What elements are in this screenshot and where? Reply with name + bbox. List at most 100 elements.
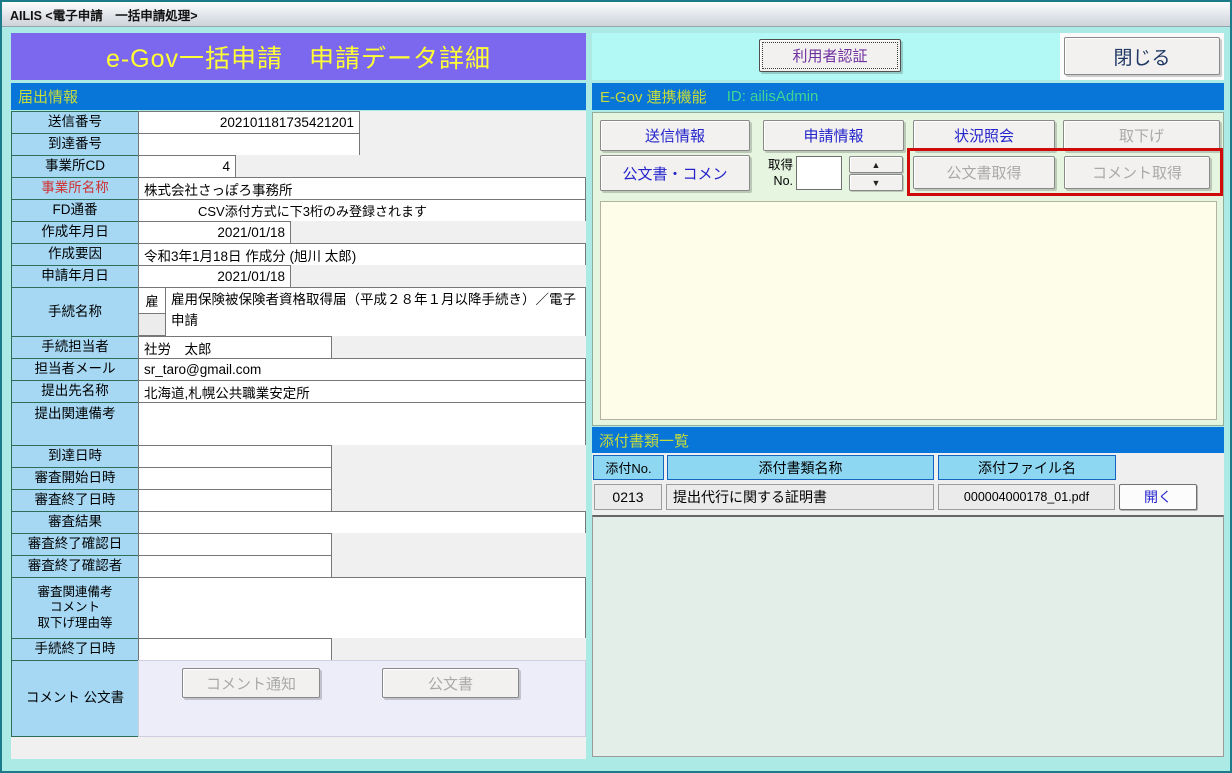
window-title: AILIS <電子申請 一括申請処理> xyxy=(10,5,198,24)
open-attachment-button[interactable]: 開く xyxy=(1119,484,1197,510)
field-label: 作成要因 xyxy=(11,243,139,266)
form-row-teishutsusaki: 提出先名称 北海道,札幌公共職業安定所 xyxy=(11,380,586,403)
spinner-up-icon[interactable]: ▲ xyxy=(849,156,903,173)
form-row-shinsa-kekka: 審査結果 xyxy=(11,511,586,534)
form-row-kakunin-sha: 審査終了確認者 xyxy=(11,555,586,578)
field-label: 事業所CD xyxy=(11,155,139,178)
notification-form: 送信番号 202101181735421201 到達番号 事業所CD 4 事業所… xyxy=(11,112,586,759)
shinsei-date-input[interactable]: 2021/01/18 xyxy=(138,265,291,288)
field-label: 担当者メール xyxy=(11,358,139,381)
field-label: 審査終了日時 xyxy=(11,489,139,512)
egov-title: E-Gov 連携機能 xyxy=(600,86,707,107)
form-row-shinsa-kaishi: 審査開始日時 xyxy=(11,467,586,490)
get-no-input[interactable] xyxy=(796,156,842,190)
field-label: FD通番 xyxy=(11,199,139,222)
attachments-empty-list[interactable] xyxy=(592,515,1224,757)
result-display-area[interactable] xyxy=(600,201,1217,420)
field-label: 審査終了確認日 xyxy=(11,533,139,556)
get-comment-button[interactable]: コメント取得 xyxy=(1064,156,1210,189)
field-label: 提出関連備考 xyxy=(11,402,139,446)
form-row-fd-tsuuban: FD通番 CSV添付方式に下3桁のみ登録されます xyxy=(11,199,586,222)
get-no-label: 取得 No. xyxy=(753,157,793,190)
form-row-tetsuzuki-meishou: 手続名称 雇 雇用保険被保険者資格取得届（平成２８年１月以降手続き）／電子申請 xyxy=(11,287,586,337)
soushin-bangou-input[interactable]: 202101181735421201 xyxy=(138,111,360,134)
form-row-jigyousho-meishou: 事業所名称 株式会社さっぽろ事務所 xyxy=(11,177,586,200)
koubunsho-comment-button[interactable]: 公文書・コメン xyxy=(600,155,750,191)
fd-tsuuban-input[interactable] xyxy=(138,199,193,222)
jigyousho-meishou-input[interactable]: 株式会社さっぽろ事務所 xyxy=(138,177,586,200)
field-label: コメント 公文書 xyxy=(11,660,139,737)
koubunsho-button[interactable]: 公文書 xyxy=(382,668,519,698)
field-label: 到達日時 xyxy=(11,445,139,468)
form-row-sakusei-youin: 作成要因 令和3年1月18日 作成分 (旭川 太郎) xyxy=(11,243,586,266)
field-label: 手続担当者 xyxy=(11,336,139,359)
field-label: 送信番号 xyxy=(11,111,139,134)
column-header-attach-no: 添付No. xyxy=(593,455,664,480)
form-row-jigyousho-cd: 事業所CD 4 xyxy=(11,155,586,178)
status-inquiry-button[interactable]: 状況照会 xyxy=(913,120,1055,151)
column-header-attach-name: 添付書類名称 xyxy=(667,455,934,480)
field-label: 申請年月日 xyxy=(11,265,139,288)
field-label: 審査関連備考 コメント 取下げ理由等 xyxy=(11,577,139,639)
fd-tsuuban-note: CSV添付方式に下3桁のみ登録されます xyxy=(192,199,586,222)
jigyousho-cd-input[interactable]: 4 xyxy=(138,155,236,178)
shinsa-shuuryou-input[interactable] xyxy=(138,489,332,512)
field-label: 作成年月日 xyxy=(11,221,139,244)
kakunin-bi-input[interactable] xyxy=(138,533,332,556)
user-auth-button[interactable]: 利用者認証 xyxy=(759,39,901,72)
field-label: 到達番号 xyxy=(11,133,139,156)
field-label: 審査開始日時 xyxy=(11,467,139,490)
field-label: 手続終了日時 xyxy=(11,638,139,661)
form-row-teishutsu-bikou: 提出関連備考 xyxy=(11,402,586,446)
column-header-attach-file: 添付ファイル名 xyxy=(938,455,1116,480)
sakusei-youin-input[interactable]: 令和3年1月18日 作成分 (旭川 太郎) xyxy=(138,243,586,266)
toutatsu-bangou-input[interactable] xyxy=(138,133,360,156)
kakunin-sha-input[interactable] xyxy=(138,555,332,578)
form-row-tetsuzuki-shuuryou: 手続終了日時 xyxy=(11,638,586,661)
send-info-button[interactable]: 送信情報 xyxy=(600,120,750,151)
teishutsusaki-input[interactable]: 北海道,札幌公共職業安定所 xyxy=(138,380,586,403)
spinner-down-icon[interactable]: ▼ xyxy=(849,174,903,191)
field-label-required: 事業所名称 xyxy=(11,177,139,200)
shinsa-kaishi-input[interactable] xyxy=(138,467,332,490)
shinsa-kekka-input[interactable] xyxy=(138,511,586,534)
form-row-tantousha: 手続担当者 社労 太郎 xyxy=(11,336,586,359)
shinsa-bikou-input[interactable] xyxy=(138,577,586,639)
page-title: e-Gov一括申請 申請データ詳細 xyxy=(11,33,586,80)
get-koubunsho-button[interactable]: 公文書取得 xyxy=(913,156,1055,189)
form-row-toutatsu-bangou: 到達番号 xyxy=(11,133,586,156)
teishutsu-bikou-input[interactable] xyxy=(138,402,586,446)
form-row-shinsa-bikou: 審査関連備考 コメント 取下げ理由等 xyxy=(11,577,586,639)
egov-function-panel: 送信情報 申請情報 状況照会 取下げ 公文書・コメン 取得 No. ▲ ▼ 公文… xyxy=(592,112,1224,426)
close-button[interactable]: 閉じる xyxy=(1064,37,1220,75)
tetsuzuki-prefix-cell[interactable]: 雇 xyxy=(138,287,166,314)
form-row-soushin-bangou: 送信番号 202101181735421201 xyxy=(11,111,586,134)
attach-row-file: 000004000178_01.pdf xyxy=(938,484,1115,510)
tetsuzuki-shuuryou-input[interactable] xyxy=(138,638,332,661)
section-header-notification: 届出情報 xyxy=(11,83,586,110)
field-label: 審査結果 xyxy=(11,511,139,534)
withdraw-button[interactable]: 取下げ xyxy=(1063,120,1220,151)
tetsuzuki-prefix-cell-empty xyxy=(138,313,166,336)
attach-row-name: 提出代行に関する証明書 xyxy=(666,484,934,510)
form-row-kakunin-bi: 審査終了確認日 xyxy=(11,533,586,556)
tantousha-input[interactable]: 社労 太郎 xyxy=(138,336,332,359)
comment-tsuuchi-button[interactable]: コメント通知 xyxy=(182,668,320,698)
field-label: 提出先名称 xyxy=(11,380,139,403)
form-row-shinsei-date: 申請年月日 2021/01/18 xyxy=(11,265,586,288)
form-row-shinsa-shuuryou: 審査終了日時 xyxy=(11,489,586,512)
section-header-attachments: 添付書類一覧 xyxy=(592,427,1224,453)
egov-user-id: ID: ailisAdmin xyxy=(727,88,819,105)
field-label: 手続名称 xyxy=(11,287,139,337)
form-row-toutatsu-nichiji: 到達日時 xyxy=(11,445,586,468)
section-header-egov: E-Gov 連携機能 ID: ailisAdmin xyxy=(592,83,1224,110)
attach-row-no: 0213 xyxy=(594,484,662,510)
sakusei-date-input[interactable]: 2021/01/18 xyxy=(138,221,291,244)
app-window: AILIS <電子申請 一括申請処理> e-Gov一括申請 申請データ詳細 届出… xyxy=(0,0,1232,773)
form-row-sakusei-date: 作成年月日 2021/01/18 xyxy=(11,221,586,244)
toutatsu-nichiji-input[interactable] xyxy=(138,445,332,468)
tantousha-mail-input[interactable]: sr_taro@gmail.com xyxy=(138,358,586,381)
apply-info-button[interactable]: 申請情報 xyxy=(763,120,904,151)
top-right-strip: 利用者認証 閉じる xyxy=(592,33,1224,80)
tetsuzuki-meishou-input[interactable]: 雇用保険被保険者資格取得届（平成２８年１月以降手続き）／電子申請 xyxy=(165,287,586,337)
